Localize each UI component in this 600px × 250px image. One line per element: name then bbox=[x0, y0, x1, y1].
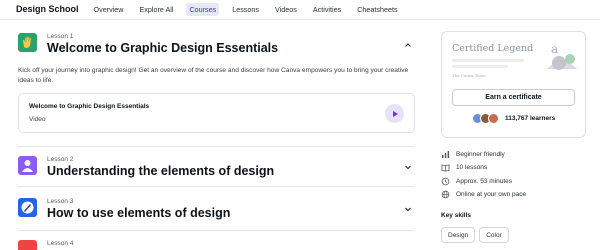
nav-videos[interactable]: Videos bbox=[272, 3, 300, 16]
nav-explore-all[interactable]: Explore All bbox=[136, 3, 176, 16]
chevron-up-icon[interactable] bbox=[404, 41, 412, 49]
fact-text: Beginner friendly bbox=[456, 150, 505, 158]
certificate-seal-icon: a bbox=[547, 42, 577, 70]
fact-level: Beginner friendly bbox=[441, 148, 526, 160]
clock-icon bbox=[441, 177, 450, 185]
globe-icon bbox=[441, 190, 450, 199]
lesson-title: How to use elements of design bbox=[47, 206, 231, 220]
person-icon bbox=[18, 156, 37, 175]
nav-overview[interactable]: Overview bbox=[91, 3, 127, 16]
lesson-divider bbox=[18, 146, 414, 147]
lesson-number: Lesson 4 bbox=[47, 240, 74, 247]
fact-pace: Online at your own pace bbox=[441, 189, 526, 201]
fact-text: 10 lessons bbox=[456, 164, 488, 171]
lesson-number: Lesson 1 bbox=[47, 33, 74, 40]
nav-cheatsheets[interactable]: Cheatsheets bbox=[354, 3, 400, 16]
certificate-card: Certified Legend The Canva Team a Earn a… bbox=[441, 31, 586, 138]
key-skills-list: Design Color bbox=[441, 227, 513, 243]
fact-lessons: 10 lessons bbox=[441, 162, 526, 174]
lesson-title: Welcome to Graphic Design Essentials bbox=[47, 41, 279, 55]
video-type: Video bbox=[29, 116, 46, 123]
play-button[interactable] bbox=[385, 104, 404, 123]
fact-text: Approx. 53 minutes bbox=[456, 177, 513, 185]
book-icon bbox=[441, 164, 450, 172]
lesson-number: Lesson 3 bbox=[47, 198, 74, 205]
lesson-description: Kick off your journey into graphic desig… bbox=[18, 67, 409, 84]
fact-text: Online at your own pace bbox=[456, 191, 527, 198]
lesson-2-header[interactable]: Lesson 2 Understanding the elements of d… bbox=[18, 156, 274, 179]
earn-certificate-button[interactable]: Earn a certificate bbox=[452, 89, 575, 106]
lesson-title: Understanding the elements of design bbox=[47, 164, 275, 178]
avatar bbox=[488, 113, 499, 124]
lesson-number: Lesson 2 bbox=[47, 156, 74, 163]
shapes-icon bbox=[18, 240, 37, 250]
nav-activities[interactable]: Activities bbox=[310, 3, 344, 16]
certificate-line bbox=[452, 59, 524, 62]
nav-lessons[interactable]: Lessons bbox=[229, 3, 262, 16]
bar-chart-icon bbox=[442, 150, 450, 158]
learners-count: 113,767 learners bbox=[505, 115, 556, 122]
nav-courses[interactable]: Courses bbox=[186, 2, 220, 16]
video-card[interactable]: Welcome to Graphic Design Essentials Vid… bbox=[18, 93, 415, 133]
video-title: Welcome to Graphic Design Essentials bbox=[29, 103, 150, 110]
top-nav: Design School Overview Explore All Cours… bbox=[0, 0, 600, 18]
lesson-divider bbox=[18, 186, 414, 187]
learners-row: 113,767 learners bbox=[472, 113, 555, 124]
key-skills-label: Key skills bbox=[441, 212, 471, 219]
certificate-signature: The Canva Team bbox=[452, 73, 486, 78]
design-tool-icon bbox=[18, 198, 37, 217]
lesson-divider bbox=[18, 230, 414, 231]
skill-chip-color[interactable]: Color bbox=[479, 227, 509, 243]
brand-logo[interactable]: Design School bbox=[16, 4, 79, 14]
skill-chip-design[interactable]: Design bbox=[441, 227, 476, 243]
course-facts: Beginner friendly 10 lessons Approx. 53 … bbox=[441, 148, 526, 202]
fact-duration: Approx. 53 minutes bbox=[441, 175, 526, 187]
lesson-4-header[interactable]: Lesson 4 bbox=[18, 240, 73, 250]
chevron-down-icon[interactable] bbox=[404, 205, 412, 213]
hand-wave-icon bbox=[18, 33, 37, 52]
certificate-line bbox=[452, 65, 508, 68]
svg-text:a: a bbox=[551, 42, 558, 56]
lesson-1-header[interactable]: Lesson 1 Welcome to Graphic Design Essen… bbox=[18, 33, 278, 56]
certificate-title: Certified Legend bbox=[452, 43, 534, 54]
play-icon bbox=[392, 110, 398, 117]
lesson-3-header[interactable]: Lesson 3 How to use elements of design bbox=[18, 198, 230, 221]
nav-divider bbox=[0, 19, 600, 20]
chevron-down-icon[interactable] bbox=[404, 163, 412, 171]
